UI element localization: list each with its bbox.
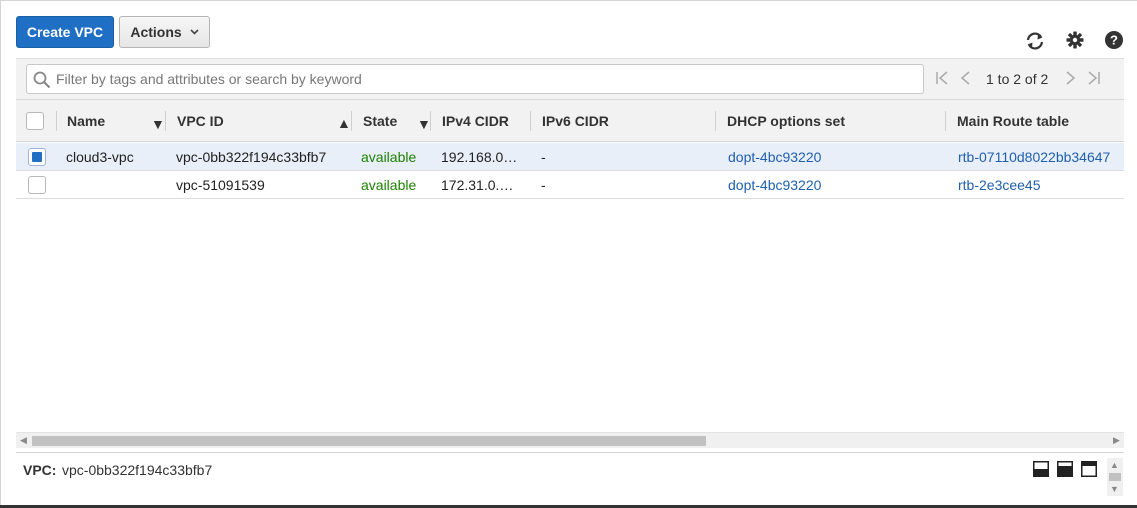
column-header-main-route-table[interactable]: Main Route table (957, 100, 1124, 142)
details-value: vpc-0bb322f194c33bfb7 (62, 462, 213, 478)
column-header-name-label: Name (67, 113, 106, 129)
column-header-main-route-table-label: Main Route table (957, 113, 1070, 129)
column-separator (430, 111, 431, 131)
column-separator (945, 111, 946, 131)
column-separator (530, 111, 531, 131)
column-header-dhcp-options-set-label: DHCP options set (727, 113, 845, 129)
cell-vpc-id: vpc-0bb322f194c33bfb7 (176, 149, 327, 165)
column-header-vpc-id-label: VPC ID (177, 113, 224, 129)
column-separator (165, 111, 166, 131)
details-panel: VPC: vpc-0bb322f194c33bfb7 (16, 452, 1124, 496)
help-icon[interactable]: ? (1103, 29, 1125, 51)
sort-caret-up-icon[interactable]: ▲ (337, 115, 351, 131)
scroll-up-arrow-icon[interactable]: ▲ (1110, 460, 1119, 470)
cell-route-table-link[interactable]: rtb-07110d8022bb34647 (958, 143, 1124, 171)
layout-split-panel-icon[interactable] (1057, 461, 1073, 477)
sort-caret-down-icon[interactable]: ▼ (151, 116, 165, 132)
horizontal-scrollbar[interactable]: ◀ ▶ (16, 432, 1124, 448)
column-header-vpc-id[interactable]: VPC ID (177, 100, 347, 142)
column-header-dhcp-options-set[interactable]: DHCP options set (727, 100, 937, 142)
first-page-icon[interactable] (934, 69, 950, 87)
column-header-state-label: State (363, 113, 398, 129)
cell-route-table-link[interactable]: rtb-2e3cee45 (958, 171, 1124, 199)
column-header-ipv4-cidr[interactable]: IPv4 CIDR (442, 100, 532, 142)
next-page-icon[interactable] (1062, 69, 1078, 87)
cell-ipv6-cidr: - (541, 149, 546, 165)
details-vertical-scrollbar[interactable]: ▲ ▼ (1107, 458, 1123, 496)
cell-name (66, 171, 166, 199)
last-page-icon[interactable] (1086, 69, 1102, 87)
cell-vpc-id: vpc-51091539 (176, 177, 265, 193)
details-label: VPC: (23, 462, 57, 478)
filter-bar: 1 to 2 of 2 (16, 58, 1124, 100)
column-header-ipv6-cidr-label: IPv6 CIDR (542, 113, 609, 129)
row-checkbox[interactable] (28, 176, 46, 194)
frame-top-border (0, 0, 1137, 1)
cell-state: available (361, 149, 417, 165)
create-vpc-button[interactable]: Create VPC (16, 16, 114, 48)
vertical-scrollbar-thumb[interactable] (1109, 473, 1121, 481)
chevron-down-icon (190, 27, 199, 37)
layout-bottom-panel-icon[interactable] (1033, 461, 1049, 477)
search-icon (33, 71, 51, 92)
column-header-ipv6-cidr[interactable]: IPv6 CIDR (542, 100, 712, 142)
cell-state: available (361, 177, 417, 193)
table-row[interactable]: cloud3-vpc vpc-0bb322f194c33bfb7 availab… (16, 143, 1124, 171)
actions-dropdown-button[interactable]: Actions (119, 16, 210, 48)
frame-left-border (0, 0, 1, 508)
table-row[interactable]: vpc-51091539 available 172.31.0.… - dopt… (16, 171, 1124, 199)
actions-label: Actions (130, 24, 182, 40)
column-separator (56, 111, 57, 131)
scroll-down-arrow-icon[interactable]: ▼ (1110, 484, 1119, 494)
table-header: Name ▼ VPC ID ▲ State ▼ IPv4 CIDR IPv6 C… (16, 100, 1124, 142)
search-box[interactable] (26, 64, 924, 94)
column-separator (715, 111, 716, 131)
column-separator (351, 111, 352, 131)
column-header-state[interactable]: State (363, 100, 423, 142)
cell-ipv4-cidr: 192.168.0… (441, 149, 518, 165)
cell-dhcp-options-link[interactable]: dopt-4bc93220 (728, 143, 928, 171)
previous-page-icon[interactable] (958, 69, 974, 87)
column-header-ipv4-cidr-label: IPv4 CIDR (442, 113, 509, 129)
cell-ipv6-cidr: - (541, 177, 546, 193)
svg-text:?: ? (1110, 33, 1118, 48)
refresh-icon[interactable] (1024, 30, 1046, 52)
horizontal-scrollbar-thumb[interactable] (32, 436, 706, 446)
cell-name: cloud3-vpc (66, 149, 134, 165)
scroll-right-arrow-icon[interactable]: ▶ (1113, 435, 1120, 446)
scroll-left-arrow-icon[interactable]: ◀ (20, 435, 27, 446)
settings-gear-icon[interactable] (1064, 29, 1086, 51)
layout-full-panel-icon[interactable] (1081, 461, 1097, 477)
sort-caret-down-icon[interactable]: ▼ (417, 116, 431, 132)
cell-ipv4-cidr: 172.31.0.… (441, 177, 514, 193)
search-input[interactable] (56, 69, 916, 89)
cell-dhcp-options-link[interactable]: dopt-4bc93220 (728, 171, 928, 199)
select-all-checkbox[interactable] (26, 112, 44, 130)
pagination-text: 1 to 2 of 2 (986, 71, 1049, 87)
row-checkbox[interactable] (28, 148, 46, 166)
